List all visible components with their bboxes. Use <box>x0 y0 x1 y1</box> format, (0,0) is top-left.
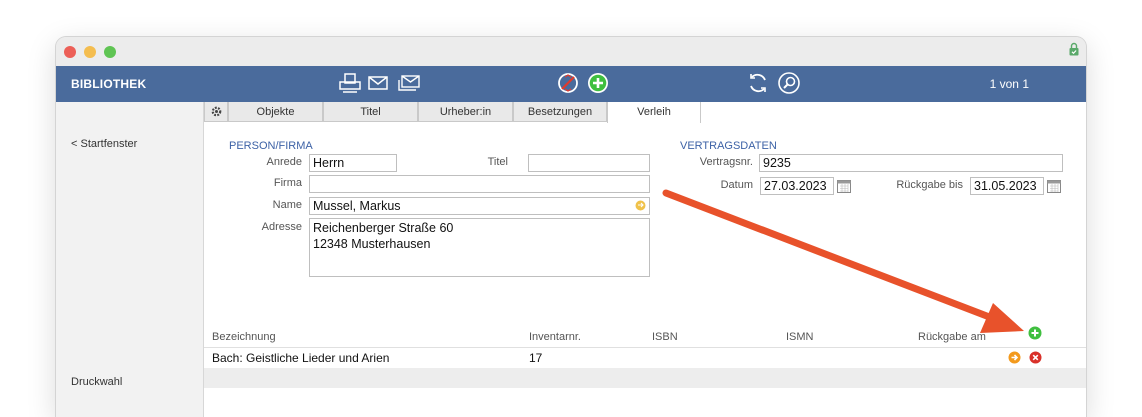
title-bar <box>56 37 1086 66</box>
row-bezeichnung: Bach: Geistliche Lieder und Arien <box>212 351 390 365</box>
column-bezeichnung[interactable]: Bezeichnung <box>212 331 276 343</box>
printer-icon[interactable] <box>338 71 362 95</box>
tab-titel[interactable]: Titel <box>323 102 418 122</box>
rueckgabe-bis-field[interactable]: 31.05.2023 <box>970 177 1044 195</box>
rueckgabe-bis-label: Rückgabe bis <box>896 179 963 191</box>
add-record-icon[interactable] <box>586 71 610 95</box>
row-inventarnr: 17 <box>529 351 543 365</box>
sidebar: < Startfenster Druckwahl <box>56 102 204 417</box>
column-isbn[interactable]: ISBN <box>652 331 678 343</box>
tab-settings[interactable] <box>204 102 228 122</box>
search-icon[interactable] <box>777 71 801 95</box>
column-rueckgabe-am[interactable]: Rückgabe am <box>918 331 986 343</box>
datum-field[interactable]: 27.03.2023 <box>760 177 834 195</box>
mail-multiple-icon[interactable] <box>397 71 421 95</box>
column-ismn[interactable]: ISMN <box>786 331 814 343</box>
delete-record-icon[interactable] <box>556 71 580 95</box>
lock-icon <box>1069 42 1079 56</box>
tab-verleih[interactable]: Verleih <box>607 102 701 123</box>
calendar-icon[interactable] <box>1046 178 1062 194</box>
empty-row <box>204 368 1086 388</box>
tab-bar: Objekte Titel Urheber:in Besetzungen Ver… <box>204 102 1086 123</box>
app-title: BIBLIOTHEK <box>71 77 147 91</box>
firma-field[interactable] <box>309 175 650 193</box>
remove-icon[interactable] <box>1029 351 1042 364</box>
vertragsnr-label: Vertragsnr. <box>699 156 753 168</box>
firma-label: Firma <box>273 177 302 189</box>
anrede-field[interactable]: Herrn <box>309 154 397 172</box>
adresse-label: Adresse <box>261 221 302 233</box>
anrede-label: Anrede <box>266 156 302 168</box>
refresh-icon[interactable] <box>746 71 770 95</box>
tab-objekte[interactable]: Objekte <box>228 102 323 122</box>
adresse-field[interactable]: Reichenberger Straße 60 12348 Musterhaus… <box>309 218 650 277</box>
back-to-start-link[interactable]: < Startfenster <box>71 138 137 150</box>
column-inventarnr[interactable]: Inventarnr. <box>529 331 581 343</box>
tab-urheber[interactable]: Urheber:in <box>418 102 513 122</box>
main-content: Objekte Titel Urheber:in Besetzungen Ver… <box>204 102 1086 417</box>
titel-field[interactable] <box>528 154 650 172</box>
toolbar: BIBLIOTHEK 1 von 1 <box>56 66 1086 102</box>
datum-label: Datum <box>720 179 753 191</box>
gear-icon <box>211 106 221 117</box>
minimize-window-button[interactable] <box>84 46 96 58</box>
table-row[interactable]: Bach: Geistliche Lieder und Arien 17 <box>204 347 1086 368</box>
close-window-button[interactable] <box>64 46 76 58</box>
vertragsnr-field[interactable]: 9235 <box>759 154 1063 172</box>
name-field[interactable]: Mussel, Markus <box>309 197 650 215</box>
print-selection-link[interactable]: Druckwahl <box>71 376 122 388</box>
mail-icon[interactable] <box>366 71 390 95</box>
go-arrow-icon[interactable] <box>1008 351 1021 364</box>
tab-besetzungen[interactable]: Besetzungen <box>513 102 607 122</box>
add-row-icon[interactable] <box>1028 326 1042 340</box>
titel-label: Titel <box>487 156 508 168</box>
contract-section-title: VERTRAGSDATEN <box>680 140 777 152</box>
person-section-title: PERSON/FIRMA <box>229 140 313 152</box>
zoom-window-button[interactable] <box>104 46 116 58</box>
lookup-icon[interactable] <box>635 200 646 211</box>
name-label: Name <box>272 199 302 211</box>
record-pager: 1 von 1 <box>989 77 1029 91</box>
app-window: BIBLIOTHEK 1 von 1 < Startfenster Druckw… <box>56 37 1086 417</box>
calendar-icon[interactable] <box>836 178 852 194</box>
